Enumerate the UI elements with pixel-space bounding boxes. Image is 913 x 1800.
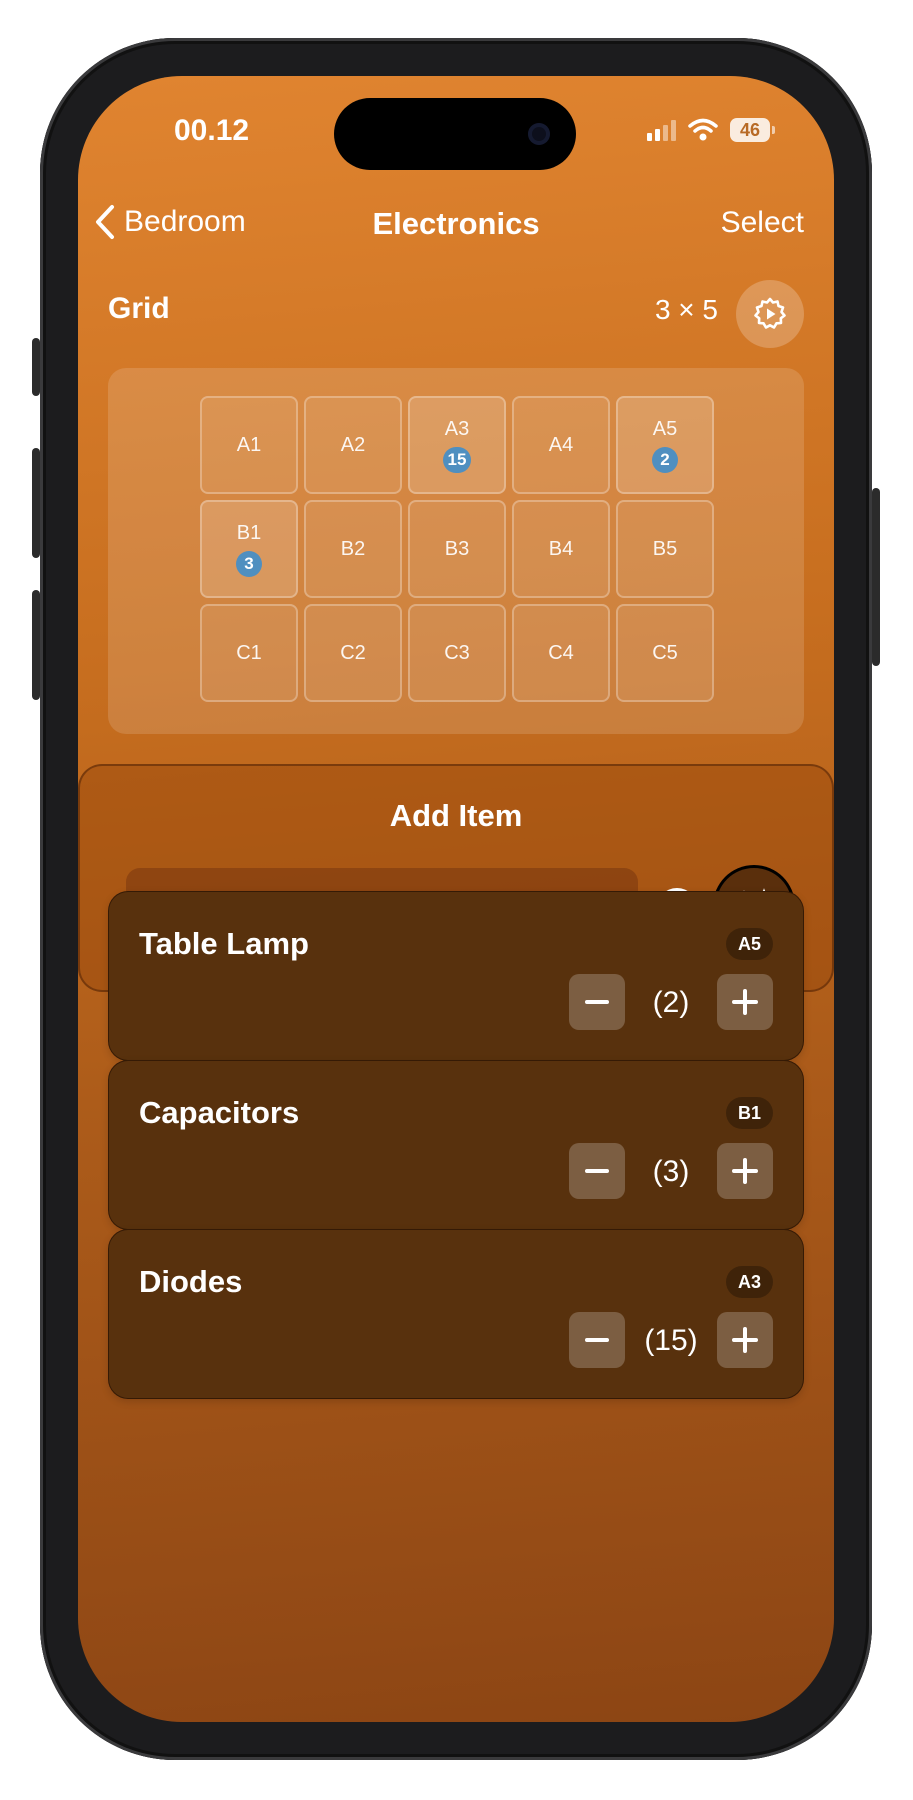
status-time: 00.12 [174,114,250,147]
action-button [32,338,40,396]
grid-cell[interactable]: C4 [512,604,610,702]
grid-cell[interactable]: A1 [200,396,298,494]
volume-up-button [32,448,40,558]
grid-cell[interactable]: A4 [512,396,610,494]
dynamic-island [334,98,576,170]
quantity-value: (15) [644,1324,698,1357]
location-tag: B1 [725,1097,773,1129]
location-grid: A1 A2 A3 15 A4 A5 2 B1 3 B2 B3 B4 B5 C1 C2 C3 C4 C5 [200,396,714,702]
item-name: Table Lamp [139,926,309,961]
grid-cell[interactable]: A3 15 [408,396,506,494]
grid-cell[interactable]: A5 2 [616,396,714,494]
status-indicators: 46 [647,118,775,142]
item-name: Diodes [139,1264,243,1299]
decrease-quantity-button[interactable] [569,974,625,1030]
quantity-value: (3) [652,1155,690,1188]
increase-quantity-button[interactable] [717,1143,773,1199]
grid-cell[interactable]: C2 [304,604,402,702]
item-count-badge: 3 [236,550,262,577]
item-count-badge: 2 [652,446,678,473]
grid-cell-label: C2 [340,641,366,664]
grid-cell-label: B2 [340,537,366,560]
grid-cell-label: B4 [548,537,574,560]
power-button [872,488,880,666]
grid-cell-label: A1 [236,433,262,456]
add-item-title: Add Item [389,798,523,833]
grid-cell[interactable]: B4 [512,500,610,598]
app-screen: 00.12 46 Bedroom Electronics Select Grid… [78,76,834,1722]
cellular-signal-icon [647,119,676,141]
item-card[interactable]: Capacitors B1 (3) [108,1060,804,1230]
item-card[interactable]: Diodes A3 (15) [108,1229,804,1399]
grid-header: Grid 3 × 5 [108,280,804,348]
item-card[interactable]: Table Lamp A5 (2) [108,891,804,1061]
grid-cell-label: A2 [340,433,366,456]
navigation-bar: Bedroom Electronics Select [78,194,834,254]
grid-cell-label: C4 [548,641,574,664]
battery-icon: 46 [730,118,775,142]
decrease-quantity-button[interactable] [569,1312,625,1368]
grid-cell-label: C1 [236,641,262,664]
grid-cell[interactable]: B3 [408,500,506,598]
plus-icon [732,1327,758,1353]
decrease-quantity-button[interactable] [569,1143,625,1199]
grid-cell[interactable]: B5 [616,500,714,598]
grid-cell-label: B1 [236,521,262,544]
grid-cell[interactable]: A2 [304,396,402,494]
grid-cell[interactable]: B2 [304,500,402,598]
grid-cell-label: A5 [652,417,678,440]
grid-dimensions: 3 × 5 [654,294,718,325]
item-name: Capacitors [139,1095,300,1130]
grid-cell-label: A4 [548,433,574,456]
grid-cell-label: B3 [444,537,470,560]
quantity-value: (2) [652,986,690,1019]
grid-cell-label: C3 [444,641,470,664]
minus-icon [585,1338,609,1342]
minus-icon [585,1169,609,1173]
grid-cell[interactable]: B1 3 [200,500,298,598]
grid-cell[interactable]: C5 [616,604,714,702]
increase-quantity-button[interactable] [717,1312,773,1368]
plus-icon [732,989,758,1015]
location-tag: A3 [725,1266,773,1298]
grid-cell-label: C5 [652,641,678,664]
item-count-badge: 15 [442,446,472,473]
volume-down-button [32,590,40,700]
grid-label: Grid [108,292,170,325]
grid-cell[interactable]: C1 [200,604,298,702]
wifi-icon [688,118,718,141]
battery-level: 46 [739,119,761,140]
grid-cell[interactable]: C3 [408,604,506,702]
grid-panel: A1 A2 A3 15 A4 A5 2 B1 3 B2 B3 B4 B5 C1 C2 C3 C4 C5 [108,368,804,734]
grid-cell-label: A3 [444,417,470,440]
grid-settings-button[interactable] [736,280,804,348]
gear-icon [754,297,786,329]
plus-icon [732,1158,758,1184]
location-tag: A5 [725,928,773,960]
select-button[interactable]: Select [721,206,804,240]
minus-icon [585,1000,609,1004]
grid-cell-label: B5 [652,537,678,560]
increase-quantity-button[interactable] [717,974,773,1030]
camera-icon [528,123,550,145]
